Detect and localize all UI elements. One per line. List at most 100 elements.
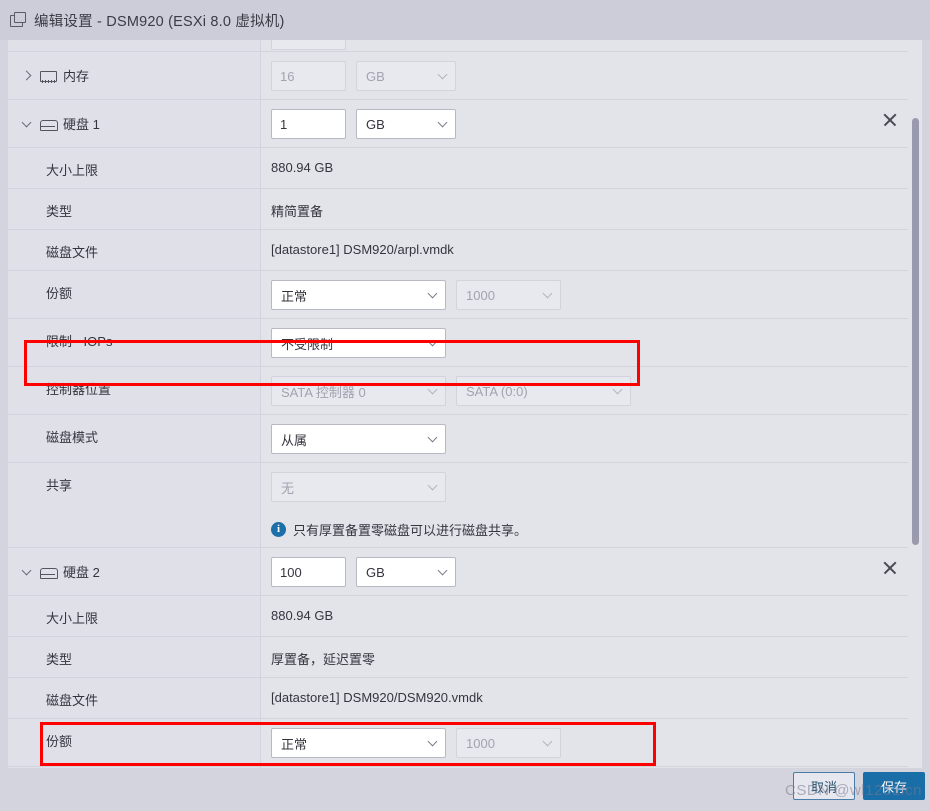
disk1-controller-node-value: SATA (0:0) [466,383,528,399]
row-disk1-disk-mode: 磁盘模式 从属 [8,415,922,463]
row-disk2-type: 类型 厚置备，延迟置零 [8,637,922,678]
settings-scroll-area[interactable]: 内存 GB 硬盘 1 GB [8,40,922,768]
disk2-shares-cell: 正常 1000 [261,719,922,766]
memory-label-cell: 内存 [8,52,261,99]
disk1-label: 硬盘 1 [63,117,100,132]
disk1-size-cell: GB [261,100,922,147]
row-disk1-file: 磁盘文件 [datastore1] DSM920/arpl.vmdk [8,230,922,271]
memory-size-input[interactable] [271,61,346,91]
disk1-sharing-cell: 无 i 只有厚置备置零磁盘可以进行磁盘共享。 [261,463,922,547]
disk2-unit-select[interactable]: GB [356,557,456,587]
disk1-size-input[interactable] [271,109,346,139]
disk1-disk-mode-select[interactable]: 从属 [271,424,446,454]
disk2-label-cell: 硬盘 2 [8,548,261,595]
chevron-down-icon[interactable] [20,117,34,131]
disk1-sharing-note-text: 只有厚置备置零磁盘可以进行磁盘共享。 [293,523,528,538]
dialog-footer: 取消 保存 [0,768,930,811]
row-hard-disk-2[interactable]: 硬盘 2 GB [8,548,922,596]
disk1-shares-cell: 正常 1000 [261,271,922,318]
disk1-sharing-label: 共享 [8,463,261,547]
row-disk1-controller-location: 控制器位置 SATA 控制器 0 SATA (0:0) [8,367,922,415]
disk2-size-input[interactable] [271,557,346,587]
row-disk1-type: 类型 精简置备 [8,189,922,230]
disk1-controller-node-select[interactable]: SATA (0:0) [456,376,631,406]
row-hard-disk-1[interactable]: 硬盘 1 GB [8,100,922,148]
disk2-shares-label: 份额 [8,719,261,766]
disk1-controller-cell: SATA 控制器 0 SATA (0:0) [261,367,922,414]
disk1-shares-value: 正常 [281,288,308,304]
disk1-sharing-note: i 只有厚置备置零磁盘可以进行磁盘共享。 [271,520,922,539]
row-memory[interactable]: 内存 GB [8,52,922,100]
memory-icon [39,69,57,83]
chevron-right-icon[interactable] [20,69,34,83]
hard-disk-icon [39,565,58,579]
disk2-type-value: 厚置备，延迟置零 [271,652,376,667]
cancel-button[interactable]: 取消 [793,772,855,800]
row-disk1-limit-iops: 限制 - IOPs 不受限制 [8,319,922,367]
dialog-body: 内存 GB 硬盘 1 GB [0,40,930,811]
disk2-size-cell: GB [261,548,922,595]
disk1-type-label: 类型 [8,189,261,229]
disk2-unit-value: GB [366,564,385,580]
disk2-shares-amount-value: 1000 [466,735,495,751]
disk1-shares-select[interactable]: 正常 [271,280,446,310]
disk1-controller-value: SATA 控制器 0 [281,384,366,400]
partial-row-value [261,40,346,51]
row-disk2-max-size: 大小上限 880.94 GB [8,596,922,637]
disk1-controller-select[interactable]: SATA 控制器 0 [271,376,446,406]
disk1-unit-select[interactable]: GB [356,109,456,139]
info-icon: i [271,522,286,537]
disk1-limit-iops-label: 限制 - IOPs [8,319,261,366]
disk1-sharing-value: 无 [281,480,295,496]
disk1-disk-mode-label: 磁盘模式 [8,415,261,462]
disk1-controller-label: 控制器位置 [8,367,261,414]
row-disk2-shares: 份额 正常 1000 [8,719,922,767]
disk2-type-label: 类型 [8,637,261,677]
disk1-shares-amount-select[interactable]: 1000 [456,280,561,310]
disk1-label-cell: 硬盘 1 [8,100,261,147]
disk1-limit-iops-cell: 不受限制 [261,319,922,366]
row-disk1-sharing: 共享 无 i 只有厚置备置零磁盘可以进行磁盘共享。 [8,463,922,548]
remove-disk1-icon[interactable] [882,112,898,128]
disk1-sharing-select[interactable]: 无 [271,472,446,502]
disk1-max-size-label: 大小上限 [8,148,261,188]
disk2-max-size-label: 大小上限 [8,596,261,636]
disk2-file-label: 磁盘文件 [8,678,261,718]
disk1-file-label: 磁盘文件 [8,230,261,270]
disk2-max-size-value: 880.94 GB [271,608,334,623]
disk1-disk-mode-cell: 从属 [261,415,922,462]
partial-row-label [8,40,261,51]
disk2-shares-value: 正常 [281,736,308,752]
row-disk1-shares: 份额 正常 1000 [8,271,922,319]
memory-unit-value: GB [366,68,385,84]
scrollbar-thumb[interactable] [912,118,919,545]
disk2-shares-select[interactable]: 正常 [271,728,446,758]
disk2-file-value: [datastore1] DSM920/DSM920.vmdk [271,690,483,705]
memory-label: 内存 [63,69,90,84]
row-disk1-max-size: 大小上限 880.94 GB [8,148,922,189]
disk2-label: 硬盘 2 [63,565,100,580]
disk1-unit-value: GB [366,116,385,132]
disk1-limit-iops-value: 不受限制 [281,336,334,352]
partial-input[interactable] [271,40,346,50]
disk1-shares-amount-value: 1000 [466,287,495,303]
partial-row-top [8,40,922,52]
disk1-limit-iops-select[interactable]: 不受限制 [271,328,446,358]
remove-disk2-icon[interactable] [882,560,898,576]
window-titlebar: 编辑设置 - DSM920 (ESXi 8.0 虚拟机) [0,0,930,40]
vm-settings-icon [8,11,26,29]
chevron-down-icon[interactable] [20,565,34,579]
window-title: 编辑设置 - DSM920 (ESXi 8.0 虚拟机) [34,13,285,30]
disk2-shares-amount-select[interactable]: 1000 [456,728,561,758]
disk1-file-value: [datastore1] DSM920/arpl.vmdk [271,242,454,257]
disk1-type-value: 精简置备 [271,204,324,219]
memory-unit-select[interactable]: GB [356,61,456,91]
disk1-shares-label: 份额 [8,271,261,318]
row-disk2-file: 磁盘文件 [datastore1] DSM920/DSM920.vmdk [8,678,922,719]
memory-value-cell: GB [261,52,922,99]
disk1-disk-mode-value: 从属 [281,432,308,448]
save-button[interactable]: 保存 [863,772,925,800]
edit-settings-dialog: 编辑设置 - DSM920 (ESXi 8.0 虚拟机) 内存 16 GB 硬盘… [0,0,930,811]
hard-disk-icon [39,117,58,131]
disk1-max-size-value: 880.94 GB [271,160,334,175]
